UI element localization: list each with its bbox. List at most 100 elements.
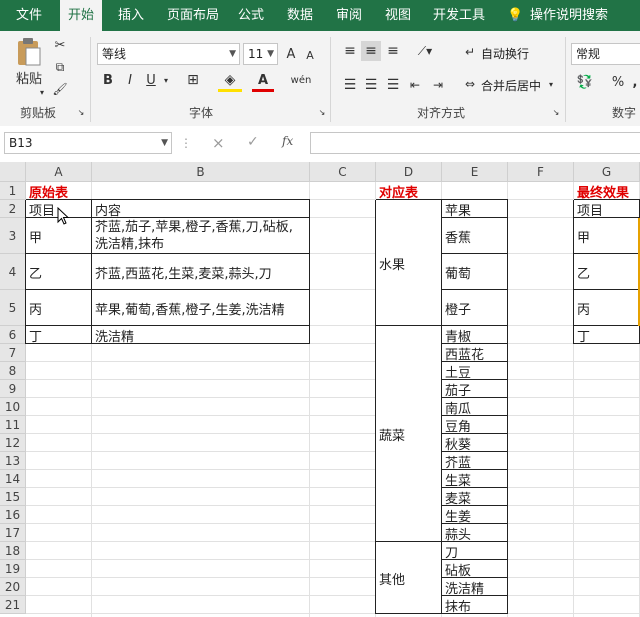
row-header[interactable]: 1 xyxy=(0,182,26,200)
original-content-cell[interactable]: 洗洁精 xyxy=(92,326,310,345)
tab-developer[interactable]: 开发工具 xyxy=(433,0,485,31)
merge-center-button[interactable]: 合并后居中 xyxy=(481,77,541,94)
row-header[interactable]: 9 xyxy=(0,380,26,398)
row-header[interactable]: 18 xyxy=(0,542,26,560)
column-header[interactable]: F xyxy=(508,162,574,182)
column-header[interactable]: E xyxy=(442,162,508,182)
tab-insert[interactable]: 插入 xyxy=(118,0,144,31)
original-content-cell[interactable]: 芥蓝,西蓝花,生菜,麦菜,蒜头,刀 xyxy=(92,254,310,290)
comma-button[interactable]: , xyxy=(630,73,640,91)
mapping-item-cell[interactable]: 麦菜 xyxy=(442,488,508,507)
align-left-icon[interactable]: ☰ xyxy=(340,75,360,95)
column-header[interactable]: D xyxy=(376,162,442,182)
align-middle-icon[interactable]: ≡ xyxy=(361,41,381,61)
function-icon[interactable]: fx xyxy=(282,134,293,148)
mapping-item-cell[interactable]: 豆角 xyxy=(442,416,508,435)
tab-home[interactable]: 开始 xyxy=(60,0,103,31)
font-grow-button[interactable]: A xyxy=(283,45,299,63)
mapping-item-cell[interactable]: 南瓜 xyxy=(442,398,508,417)
tab-review[interactable]: 审阅 xyxy=(336,0,362,31)
enter-icon[interactable]: ✓ xyxy=(247,134,259,150)
bold-button[interactable]: B xyxy=(100,71,116,89)
mapping-item-cell[interactable]: 橙子 xyxy=(442,290,508,326)
mapping-item-cell[interactable]: 抹布 xyxy=(442,596,508,615)
mapping-item-cell[interactable]: 洗洁精 xyxy=(442,578,508,597)
font-name-select[interactable]: 等线 ▼ xyxy=(97,43,240,65)
row-header[interactable]: 15 xyxy=(0,488,26,506)
row-header[interactable]: 5 xyxy=(0,290,26,326)
font-shrink-button[interactable]: A xyxy=(303,47,317,63)
format-painter-icon[interactable]: 🖌 xyxy=(52,81,68,97)
row-header[interactable]: 7 xyxy=(0,344,26,362)
tab-page-layout[interactable]: 页面布局 xyxy=(167,0,219,31)
number-format-select[interactable]: 常规 xyxy=(571,43,640,65)
mapping-item-cell[interactable]: 土豆 xyxy=(442,362,508,381)
original-item-cell[interactable]: 丁 xyxy=(26,326,92,345)
original-item-cell[interactable]: 丙 xyxy=(26,290,92,326)
row-header[interactable]: 8 xyxy=(0,362,26,380)
paste-icon[interactable] xyxy=(14,37,44,67)
column-header[interactable]: B xyxy=(92,162,310,182)
row-header[interactable]: 3 xyxy=(0,218,26,254)
fill-color-icon[interactable]: ◈ xyxy=(218,71,242,92)
cut-icon[interactable]: ✂ xyxy=(52,37,68,53)
row-header[interactable]: 2 xyxy=(0,200,26,218)
column-header[interactable]: G xyxy=(574,162,640,182)
chevron-down-icon[interactable]: ▾ xyxy=(546,77,556,91)
tab-data[interactable]: 数据 xyxy=(287,0,313,31)
paste-dropdown-icon[interactable]: ▾ xyxy=(37,87,47,97)
borders-icon[interactable]: ⊞ xyxy=(180,71,206,89)
tab-view[interactable]: 视图 xyxy=(385,0,411,31)
select-all-corner[interactable] xyxy=(0,162,26,182)
italic-button[interactable]: I xyxy=(122,71,138,89)
name-box[interactable]: B13 ▼ xyxy=(4,132,172,154)
row-header[interactable]: 11 xyxy=(0,416,26,434)
tell-me-search[interactable]: 操作说明搜索 xyxy=(530,0,608,31)
font-size-select[interactable]: 11 ▼ xyxy=(243,43,278,65)
result-item-cell[interactable]: 甲 xyxy=(574,218,640,254)
align-bottom-icon[interactable]: ≡ xyxy=(383,41,403,61)
category-cell[interactable]: 其他 xyxy=(376,542,442,614)
percent-button[interactable]: % xyxy=(610,73,626,91)
wrap-text-button[interactable]: 自动换行 xyxy=(481,45,529,62)
decrease-indent-icon[interactable]: ⇤ xyxy=(405,75,425,95)
wrap-text-icon[interactable]: ↵ xyxy=(463,43,477,61)
align-center-icon[interactable]: ☰ xyxy=(361,75,381,95)
font-color-icon[interactable]: A xyxy=(252,71,274,92)
paste-button[interactable]: 粘贴 xyxy=(12,69,46,87)
result-item-cell[interactable]: 乙 xyxy=(574,254,640,290)
phonetic-guide-icon[interactable]: wén xyxy=(289,71,313,89)
row-header[interactable]: 17 xyxy=(0,524,26,542)
original-content-cell[interactable]: 苹果,葡萄,香蕉,橙子,生姜,洗洁精 xyxy=(92,290,310,326)
mapping-item-cell[interactable]: 砧板 xyxy=(442,560,508,579)
mapping-table-title[interactable]: 对应表 xyxy=(376,182,442,201)
font-launcher-icon[interactable]: ↘ xyxy=(318,108,326,117)
mapping-item-cell[interactable]: 西蓝花 xyxy=(442,344,508,363)
result-table-title[interactable]: 最终效果 xyxy=(574,182,640,201)
drag-handle-icon[interactable]: ⋮ xyxy=(180,136,192,150)
row-header[interactable]: 14 xyxy=(0,470,26,488)
spreadsheet-grid[interactable]: A B C D E F G 1 2 3 4 5 6 7 8 9 10 11 12 13 14 15 16 17 18 19 20 21… xyxy=(0,162,640,617)
row-header[interactable]: 4 xyxy=(0,254,26,290)
mapping-item-cell[interactable]: 蒜头 xyxy=(442,524,508,543)
row-header[interactable]: 21 xyxy=(0,596,26,614)
merge-center-icon[interactable]: ⇔ xyxy=(463,75,477,93)
formula-input[interactable] xyxy=(310,132,640,154)
orientation-icon[interactable]: ⟋▾ xyxy=(411,41,439,61)
result-item-cell[interactable]: 项目 xyxy=(574,200,640,219)
result-item-cell[interactable]: 丙 xyxy=(574,290,640,326)
column-header[interactable]: A xyxy=(26,162,92,182)
mapping-item-cell[interactable]: 葡萄 xyxy=(442,254,508,290)
clipboard-launcher-icon[interactable]: ↘ xyxy=(77,108,85,117)
alignment-launcher-icon[interactable]: ↘ xyxy=(552,108,560,117)
category-cell[interactable]: 水果 xyxy=(376,200,442,326)
mapping-item-cell[interactable]: 苹果 xyxy=(442,200,508,219)
row-header[interactable]: 6 xyxy=(0,326,26,344)
header-content-cell[interactable]: 内容 xyxy=(92,200,310,219)
align-right-icon[interactable]: ☰ xyxy=(383,75,403,95)
original-table-title[interactable]: 原始表 xyxy=(26,182,92,201)
category-cell[interactable]: 蔬菜 xyxy=(376,326,442,542)
mapping-item-cell[interactable]: 生姜 xyxy=(442,506,508,525)
mapping-item-cell[interactable]: 芥蓝 xyxy=(442,452,508,471)
row-header[interactable]: 19 xyxy=(0,560,26,578)
